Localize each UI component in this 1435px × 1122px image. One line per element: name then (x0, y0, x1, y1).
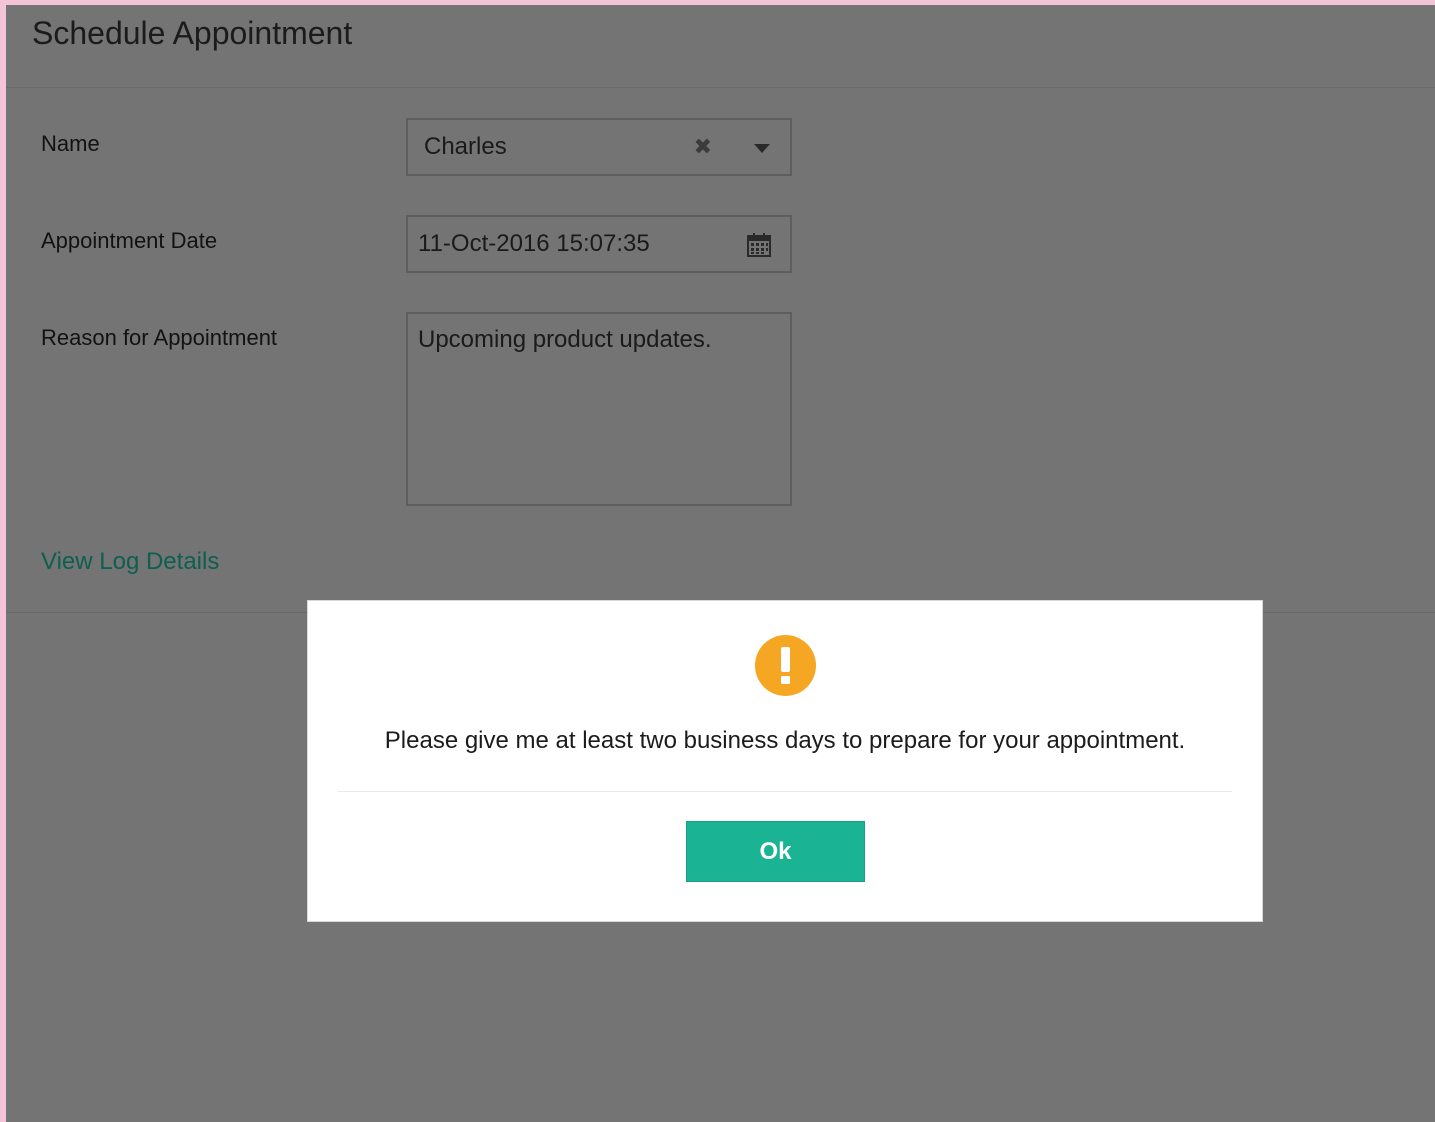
dialog-divider (338, 791, 1232, 792)
name-select[interactable]: Charles ✖ (406, 118, 792, 176)
view-log-details-link[interactable]: View Log Details (41, 548, 219, 576)
app-window: Schedule Appointment Name Charles ✖ Appo… (6, 5, 1435, 1122)
alert-dialog: Please give me at least two business day… (307, 600, 1263, 922)
reason-value: Upcoming product updates. (418, 326, 712, 353)
name-value: Charles (424, 133, 507, 160)
clear-icon[interactable]: ✖ (694, 134, 712, 160)
appointment-date-label: Appointment Date (41, 228, 218, 253)
exclamation-circle-icon (755, 635, 816, 696)
alert-message: Please give me at least two business day… (384, 727, 1186, 754)
reason-textarea[interactable]: Upcoming product updates. (406, 312, 792, 506)
appointment-date-value: 11-Oct-2016 15:07:35 (418, 230, 650, 257)
chevron-down-icon[interactable] (754, 144, 770, 153)
page-title: Schedule Appointment (32, 15, 353, 51)
appointment-date-field[interactable]: 11-Oct-2016 15:07:35 (406, 215, 792, 273)
header: Schedule Appointment (6, 5, 1435, 88)
reason-label: Reason for Appointment (41, 325, 278, 350)
ok-button[interactable]: Ok (686, 821, 865, 882)
name-label: Name (41, 131, 100, 156)
calendar-icon[interactable] (746, 232, 772, 258)
